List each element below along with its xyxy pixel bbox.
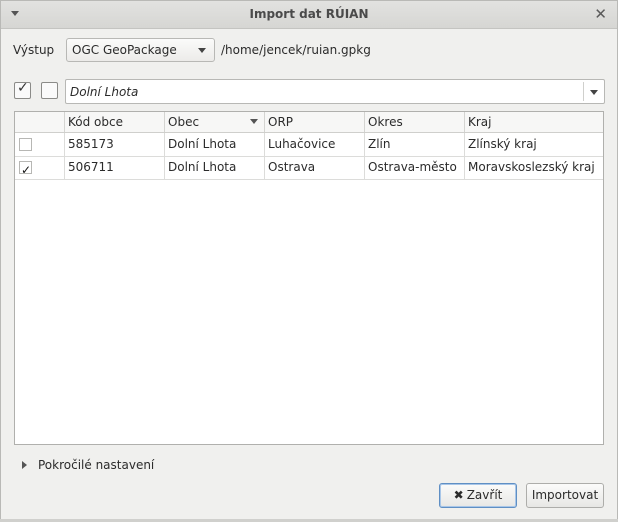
output-label: Výstup — [13, 43, 55, 57]
title-bar: Import dat RÚIAN ✕ — [1, 1, 617, 29]
filter-value: Dolní Lhota — [70, 85, 139, 99]
cell-kod-obce: 506711 — [65, 156, 165, 179]
output-path: /home/jencek/ruian.gpkg — [221, 43, 371, 57]
cell-orp: Ostrava — [265, 156, 365, 179]
combo-divider — [583, 82, 584, 101]
chevron-down-icon[interactable] — [590, 90, 598, 95]
header-okres[interactable]: Okres — [365, 112, 465, 132]
table-header: Kód obce Obec ORP Okres Kraj — [15, 112, 603, 133]
window-close-icon[interactable]: ✕ — [594, 5, 607, 23]
municipality-filter-combo[interactable]: Dolní Lhota — [65, 79, 605, 104]
close-button[interactable]: ✖ Zavřít — [439, 483, 517, 508]
header-kraj[interactable]: Kraj — [465, 112, 603, 132]
row-checkbox[interactable] — [19, 138, 32, 151]
cell-orp: Luhačovice — [265, 133, 365, 156]
header-orp[interactable]: ORP — [265, 112, 365, 132]
check-icon: ✓ — [17, 80, 29, 96]
header-obec-label: Obec — [168, 115, 200, 129]
chevron-right-icon — [22, 461, 27, 469]
cell-kod-obce: 585173 — [65, 133, 165, 156]
row-checkbox-cell — [15, 133, 65, 156]
row-checkbox-cell: ✓ — [15, 156, 65, 179]
select-all-checkbox[interactable]: ✓ — [14, 80, 31, 99]
select-none-checkbox[interactable] — [41, 82, 58, 99]
cell-obec: Dolní Lhota — [165, 156, 265, 179]
cell-kraj: Moravskoslezský kraj — [468, 160, 595, 174]
cell-okres: Ostrava-město — [365, 156, 465, 179]
output-format-select[interactable]: OGC GeoPackage — [66, 38, 215, 62]
advanced-settings-label: Pokročilé nastavení — [38, 458, 155, 472]
header-checkbox-column — [15, 112, 65, 132]
chevron-down-icon — [198, 48, 206, 53]
cell-kraj: Zlínský kraj — [468, 137, 537, 151]
header-obec[interactable]: Obec — [165, 112, 265, 132]
window-title: Import dat RÚIAN — [249, 7, 369, 21]
municipality-table: Kód obce Obec ORP Okres Kraj 585173 Doln… — [14, 111, 604, 445]
cell-obec: Dolní Lhota — [165, 133, 265, 156]
close-button-label: Zavřít — [466, 488, 503, 502]
row-checkbox[interactable]: ✓ — [19, 161, 32, 177]
cell-okres: Zlín — [365, 133, 465, 156]
table-row[interactable]: ✓ 506711 Dolní Lhota Ostrava Ostrava-měs… — [15, 156, 603, 180]
import-button-label: Importovat — [531, 488, 599, 502]
table-row[interactable]: 585173 Dolní Lhota Luhačovice Zlín Zlíns… — [15, 133, 603, 157]
check-icon: ✓ — [21, 163, 32, 177]
output-format-value: OGC GeoPackage — [72, 43, 177, 57]
import-button[interactable]: Importovat — [526, 483, 604, 508]
sort-descending-icon — [250, 119, 258, 124]
close-icon: ✖ — [453, 488, 464, 502]
header-kod-obce[interactable]: Kód obce — [65, 112, 165, 132]
